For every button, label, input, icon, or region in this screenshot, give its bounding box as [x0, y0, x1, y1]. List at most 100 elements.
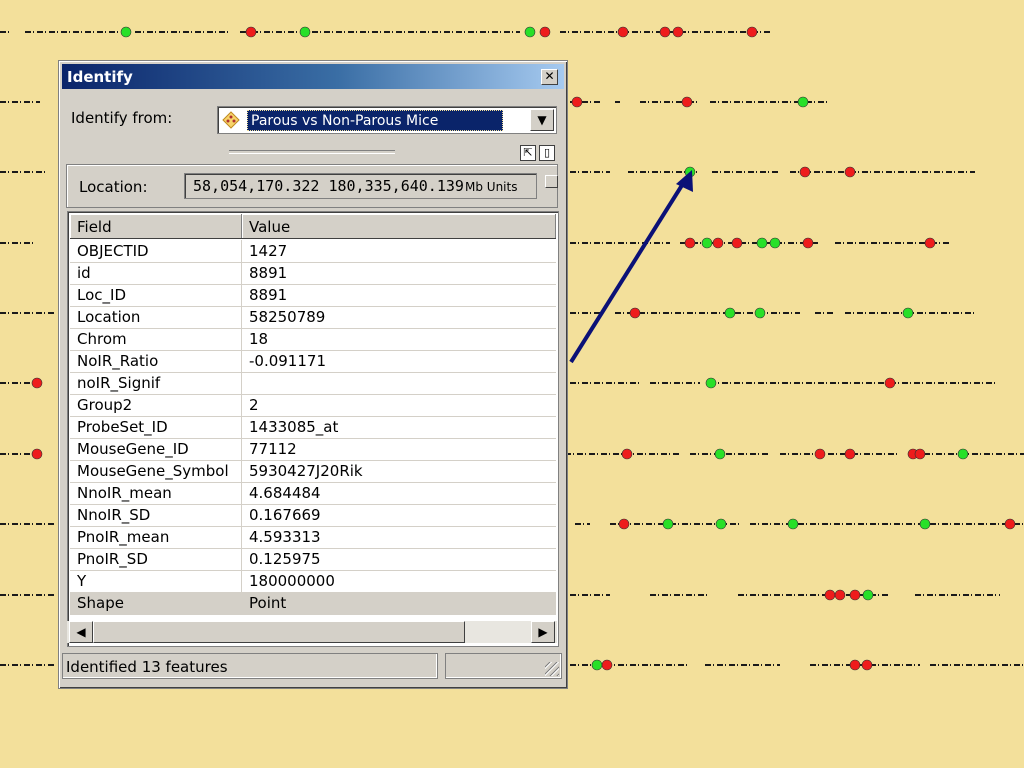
- table-row[interactable]: noIR_Signif: [70, 372, 556, 395]
- gene-marker[interactable]: [705, 377, 717, 389]
- gene-marker[interactable]: [849, 659, 861, 671]
- table-row[interactable]: Loc_ID 8891: [70, 284, 556, 307]
- gene-marker[interactable]: [884, 377, 896, 389]
- gene-marker[interactable]: [31, 377, 43, 389]
- value-column-header[interactable]: Value: [242, 214, 556, 238]
- gene-marker[interactable]: [724, 307, 736, 319]
- dropdown-arrow-icon[interactable]: ▼: [530, 109, 554, 131]
- horizontal-scrollbar[interactable]: ◀ ▶: [67, 621, 557, 643]
- gene-marker[interactable]: [924, 237, 936, 249]
- field-cell: OBJECTID: [70, 240, 242, 262]
- gene-marker[interactable]: [787, 518, 799, 530]
- gene-marker[interactable]: [914, 448, 926, 460]
- table-row[interactable]: MouseGene_Symbol 5930427J20Rik: [70, 460, 556, 483]
- field-column-header[interactable]: Field: [70, 214, 242, 238]
- title-bar[interactable]: Identify ✕: [62, 64, 564, 89]
- gene-marker[interactable]: [629, 307, 641, 319]
- resize-grip-icon[interactable]: [545, 662, 559, 676]
- table-row[interactable]: Shape Point: [70, 592, 556, 615]
- value-cell: 0.167669: [249, 506, 321, 524]
- close-button[interactable]: ✕: [541, 69, 558, 85]
- table-row[interactable]: MouseGene_ID 77112: [70, 438, 556, 461]
- table-row[interactable]: PnoIR_SD 0.125975: [70, 548, 556, 571]
- gene-marker[interactable]: [684, 237, 696, 249]
- table-row[interactable]: OBJECTID 1427: [70, 240, 556, 263]
- value-cell: 4.593313: [249, 528, 321, 546]
- gene-marker[interactable]: [862, 589, 874, 601]
- location-panel: Location: 58,054,170.322 180,335,640.139…: [66, 164, 558, 208]
- scroll-left-button[interactable]: ◀: [69, 621, 93, 643]
- gene-marker[interactable]: [672, 26, 684, 38]
- gene-marker[interactable]: [802, 237, 814, 249]
- table-row[interactable]: Location 58250789: [70, 306, 556, 329]
- gene-marker[interactable]: [539, 26, 551, 38]
- gene-marker[interactable]: [769, 237, 781, 249]
- gene-marker[interactable]: [919, 518, 931, 530]
- gene-marker[interactable]: [754, 307, 766, 319]
- gene-marker[interactable]: [618, 518, 630, 530]
- value-cell: [242, 372, 556, 394]
- selected-layer[interactable]: Parous vs Non-Parous Mice: [247, 110, 503, 131]
- scroll-right-button[interactable]: ▶: [531, 621, 555, 643]
- value-cell: 180000000: [249, 572, 335, 590]
- gene-marker[interactable]: [571, 96, 583, 108]
- gene-marker[interactable]: [756, 237, 768, 249]
- table-row[interactable]: Y 180000000: [70, 570, 556, 593]
- gene-marker[interactable]: [1004, 518, 1016, 530]
- table-row[interactable]: ProbeSet_ID 1433085_at: [70, 416, 556, 439]
- gene-marker[interactable]: [957, 448, 969, 460]
- gene-marker[interactable]: [799, 166, 811, 178]
- gene-marker[interactable]: [849, 589, 861, 601]
- gene-marker[interactable]: [120, 26, 132, 38]
- value-cell: 77112: [249, 440, 297, 458]
- location-field[interactable]: 58,054,170.322 180,335,640.139 Mb Units: [184, 173, 537, 199]
- gene-marker[interactable]: [902, 307, 914, 319]
- gene-marker[interactable]: [621, 448, 633, 460]
- gene-marker[interactable]: [731, 237, 743, 249]
- gene-marker[interactable]: [245, 26, 257, 38]
- value-cell: 0.125975: [249, 550, 321, 568]
- scroll-thumb[interactable]: [93, 621, 465, 643]
- panel-toggle-button[interactable]: ▯: [539, 145, 555, 161]
- layer-dropdown[interactable]: Parous vs Non-Parous Mice ▼: [217, 106, 557, 134]
- gene-marker[interactable]: [861, 659, 873, 671]
- attribute-grid[interactable]: Field Value OBJECTID 1427 id 8891 Loc_ID 8891…: [67, 211, 559, 647]
- field-cell: Location: [70, 306, 242, 328]
- table-row[interactable]: NoIR_Ratio -0.091171: [70, 350, 556, 373]
- table-row[interactable]: Group2 2: [70, 394, 556, 417]
- table-row[interactable]: PnoIR_mean 4.593313: [70, 526, 556, 549]
- gene-marker[interactable]: [299, 26, 311, 38]
- gene-marker[interactable]: [662, 518, 674, 530]
- table-row[interactable]: NnoIR_mean 4.684484: [70, 482, 556, 505]
- field-cell: NoIR_Ratio: [70, 350, 242, 372]
- gene-marker[interactable]: [659, 26, 671, 38]
- table-row[interactable]: Chrom 18: [70, 328, 556, 351]
- gene-marker[interactable]: [524, 26, 536, 38]
- units-button[interactable]: [545, 175, 558, 188]
- field-cell: ProbeSet_ID: [70, 416, 242, 438]
- gene-marker[interactable]: [746, 26, 758, 38]
- gene-marker[interactable]: [844, 448, 856, 460]
- gene-marker[interactable]: [681, 96, 693, 108]
- value-cell: 8891: [249, 264, 288, 282]
- gene-marker[interactable]: [814, 448, 826, 460]
- gene-marker[interactable]: [714, 448, 726, 460]
- field-cell: noIR_Signif: [70, 372, 242, 394]
- gene-marker[interactable]: [31, 448, 43, 460]
- gene-marker[interactable]: [824, 589, 836, 601]
- gene-marker[interactable]: [834, 589, 846, 601]
- gene-marker[interactable]: [797, 96, 809, 108]
- gene-marker[interactable]: [617, 26, 629, 38]
- identify-window[interactable]: Identify ✕ Identify from: Parous vs Non-…: [58, 60, 568, 689]
- gene-marker[interactable]: [701, 237, 713, 249]
- gene-marker[interactable]: [601, 659, 613, 671]
- table-row[interactable]: id 8891: [70, 262, 556, 285]
- gene-marker[interactable]: [715, 518, 727, 530]
- gene-marker[interactable]: [712, 237, 724, 249]
- expand-button[interactable]: ⇱: [520, 145, 536, 161]
- gene-marker[interactable]: [591, 659, 603, 671]
- field-cell: NnoIR_mean: [70, 482, 242, 504]
- table-row[interactable]: NnoIR_SD 0.167669: [70, 504, 556, 527]
- value-cell: 2: [249, 396, 259, 414]
- gene-marker[interactable]: [844, 166, 856, 178]
